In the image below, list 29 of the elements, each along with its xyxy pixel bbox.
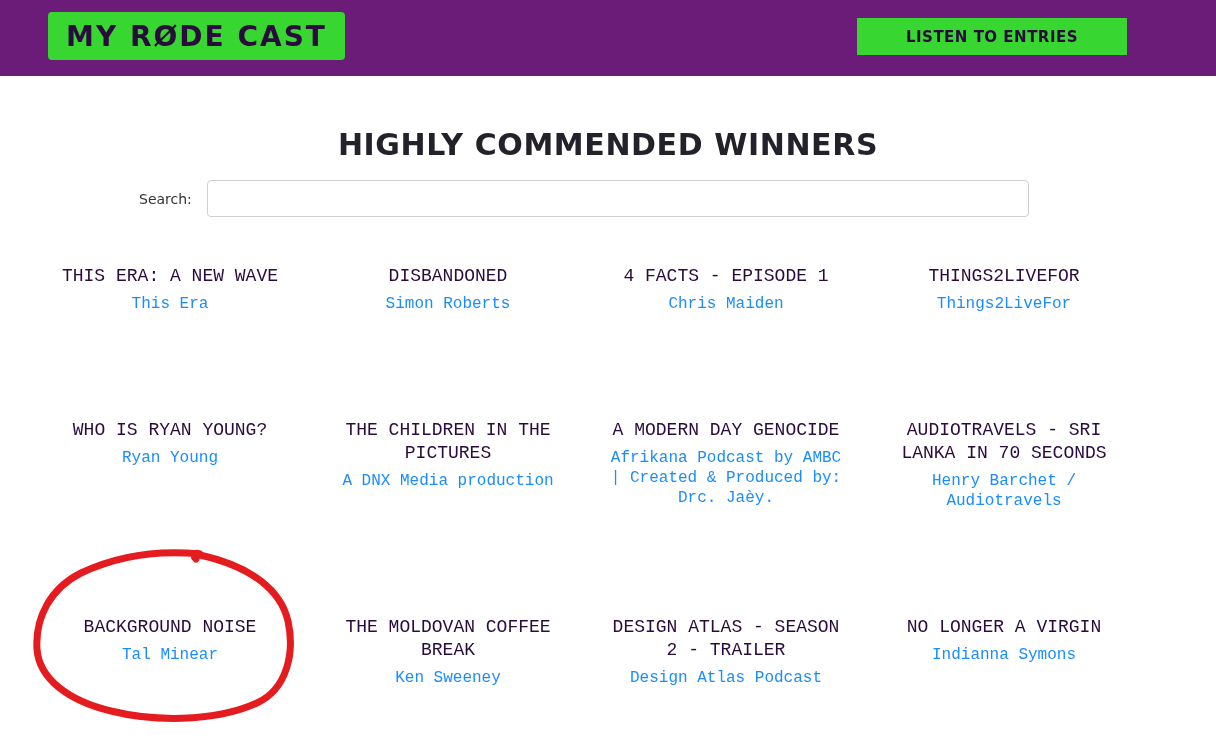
entry-author-link[interactable]: Ken Sweeney <box>328 668 568 688</box>
entry-title: AUDIOTRAVELS - SRI LANKA IN 70 SECONDS <box>900 419 1108 465</box>
entry-title: BACKGROUND NOISE <box>82 616 258 639</box>
entry-author-link[interactable]: Tal Minear <box>50 645 290 665</box>
search-label: Search: <box>139 190 192 207</box>
entry-author-link[interactable]: A DNX Media production <box>328 471 568 491</box>
entry-title: NO LONGER A VIRGIN <box>905 616 1103 639</box>
entry-title: THIS ERA: A NEW WAVE <box>60 265 279 288</box>
entry-title: THINGS2LIVEFOR <box>927 265 1081 288</box>
entry-author-link[interactable]: Afrikana Podcast by AMBC | Created & Produced by: Drc. Jaèy. <box>606 448 846 508</box>
entry-author-link[interactable]: Henry Barchet / Audiotravels <box>884 471 1124 511</box>
entry-author-link[interactable]: Chris Maiden <box>606 294 846 314</box>
page-title: HIGHLY COMMENDED WINNERS <box>337 126 879 164</box>
entry-author-link[interactable]: Ryan Young <box>50 448 290 468</box>
entry-author-link[interactable]: Design Atlas Podcast <box>606 668 846 688</box>
entry-author-link[interactable]: This Era <box>50 294 290 314</box>
entry-title: 4 FACTS - EPISODE 1 <box>622 265 830 288</box>
entry-title: A MODERN DAY GENOCIDE <box>611 419 841 442</box>
entry-title: WHO IS RYAN YOUNG? <box>71 419 269 442</box>
listen-to-entries-button[interactable]: LISTEN TO ENTRIES <box>857 18 1127 55</box>
entry-title: DISBANDONED <box>387 265 509 288</box>
entry-title: DESIGN ATLAS - SEASON 2 - TRAILER <box>611 616 841 662</box>
entry-title: THE CHILDREN IN THE PICTURES <box>344 419 552 465</box>
entry-author-link[interactable]: Indianna Symons <box>884 645 1124 665</box>
entry-title: THE MOLDOVAN COFFEE BREAK <box>344 616 552 662</box>
entry-author-link[interactable]: Simon Roberts <box>328 294 568 314</box>
search-field[interactable] <box>206 180 1029 217</box>
site-logo[interactable]: MY RØDE CAST <box>48 12 345 60</box>
entry-author-link[interactable]: Things2LiveFor <box>884 294 1124 314</box>
